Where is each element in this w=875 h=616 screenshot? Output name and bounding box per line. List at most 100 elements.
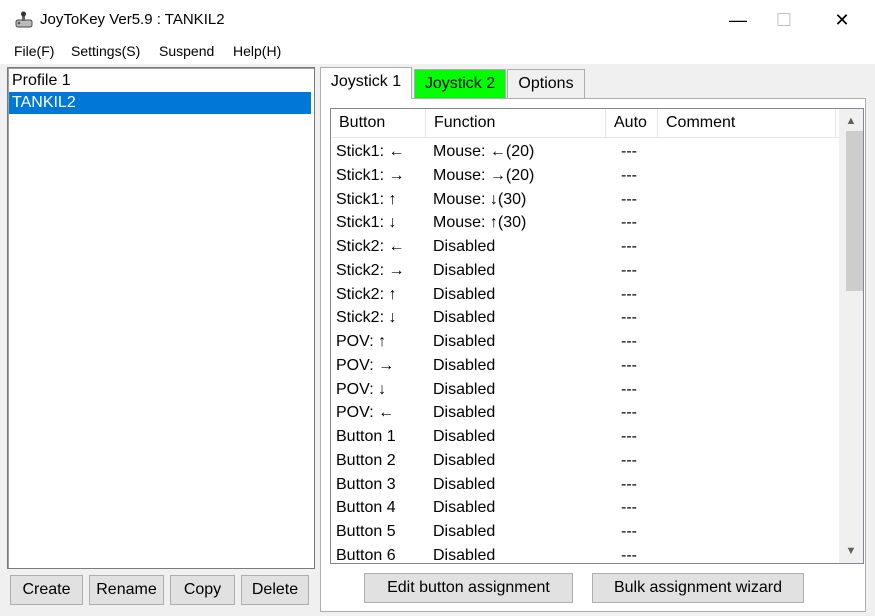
cell-auto: --- <box>621 356 637 374</box>
cell-button: Stick1: → <box>336 166 405 184</box>
scroll-down-icon[interactable]: ▼ <box>839 541 863 561</box>
cell-auto: --- <box>621 380 637 398</box>
cell-button: Stick1: ↓ <box>336 214 397 232</box>
minimize-button[interactable]: — <box>715 0 761 40</box>
joystick-app-icon <box>15 11 33 28</box>
profile-item-selected[interactable]: TANKIL2 <box>9 92 311 114</box>
cell-function: Disabled <box>433 546 496 564</box>
cell-button: Stick1: ↑ <box>336 190 397 208</box>
table-row[interactable]: Button 6 Disabled --- <box>331 544 836 564</box>
cell-auto: --- <box>621 546 637 564</box>
profile-list[interactable]: Profile 1 TANKIL2 <box>7 67 315 569</box>
cell-function: Disabled <box>433 285 496 303</box>
profile-item[interactable]: Profile 1 <box>9 70 311 92</box>
cell-auto: --- <box>621 285 637 303</box>
table-row[interactable]: Stick1: ↓ Mouse: ↑(30) --- <box>331 211 836 235</box>
table-row[interactable]: Button 1 Disabled --- <box>331 425 836 449</box>
table-row[interactable]: Button 2 Disabled --- <box>331 449 836 473</box>
table-row[interactable]: Button 3 Disabled --- <box>331 473 836 497</box>
cell-auto: --- <box>621 214 637 232</box>
maximize-button[interactable]: ☐ <box>761 0 807 40</box>
column-header-auto[interactable]: Auto <box>606 109 658 137</box>
window-title: JoyToKey Ver5.9 : TANKIL2 <box>40 11 225 28</box>
table-row[interactable]: Button 5 Disabled --- <box>331 520 836 544</box>
close-button[interactable]: ✕ <box>819 0 865 40</box>
rename-button[interactable]: Rename <box>89 575 164 605</box>
create-button[interactable]: Create <box>10 575 83 605</box>
cell-auto: --- <box>621 499 637 517</box>
cell-function: Disabled <box>433 523 496 540</box>
edit-button-assignment-button[interactable]: Edit button assignment <box>364 573 573 603</box>
table-row[interactable]: POV: → Disabled --- <box>331 354 836 378</box>
cell-function: Disabled <box>433 333 496 350</box>
cell-button: Button 2 <box>336 451 396 469</box>
cell-function: Disabled <box>433 428 496 445</box>
cell-auto: --- <box>621 428 637 445</box>
cell-auto: --- <box>621 523 637 540</box>
cell-auto: --- <box>621 261 637 279</box>
table-header: Button Function Auto Comment <box>331 109 841 138</box>
copy-button[interactable]: Copy <box>170 575 235 605</box>
cell-auto: --- <box>621 190 637 208</box>
table-row[interactable]: Button 4 Disabled --- <box>331 496 836 520</box>
cell-button: Button 5 <box>336 523 396 540</box>
table-row[interactable]: Stick1: ← Mouse: ←(20) --- <box>331 140 836 164</box>
cell-auto: --- <box>621 143 637 160</box>
table-row[interactable]: POV: ← Disabled --- <box>331 401 836 425</box>
cell-button: Button 1 <box>336 428 396 445</box>
title-bar: JoyToKey Ver5.9 : TANKIL2 — ☐ ✕ <box>0 0 875 40</box>
cell-function: Disabled <box>433 404 496 422</box>
menu-settings[interactable]: Settings(S) <box>71 43 140 59</box>
cell-function: Mouse: ↓(30) <box>433 190 527 208</box>
cell-button: Button 4 <box>336 499 396 517</box>
cell-function: Mouse: ←(20) <box>433 143 535 160</box>
tab-joystick-2[interactable]: Joystick 2 <box>414 69 506 98</box>
cell-auto: --- <box>621 451 637 469</box>
scroll-up-icon[interactable]: ▲ <box>839 111 863 131</box>
table-row[interactable]: Stick2: ↑ Disabled --- <box>331 283 836 307</box>
cell-auto: --- <box>621 309 637 327</box>
cell-button: POV: → <box>336 356 395 374</box>
cell-function: Disabled <box>433 356 496 374</box>
cell-function: Mouse: →(20) <box>433 166 535 184</box>
cell-function: Disabled <box>433 451 496 469</box>
cell-button: Button 6 <box>336 546 396 564</box>
cell-button: Stick2: ↓ <box>336 309 397 327</box>
cell-function: Disabled <box>433 261 496 279</box>
table-row[interactable]: Stick2: ↓ Disabled --- <box>331 306 836 330</box>
cell-button: Stick2: ← <box>336 238 405 255</box>
column-header-function[interactable]: Function <box>426 109 606 137</box>
table-row[interactable]: Stick1: ↑ Mouse: ↓(30) --- <box>331 188 836 212</box>
cell-button: Stick1: ← <box>336 143 405 160</box>
tab-options[interactable]: Options <box>507 69 585 98</box>
bulk-assignment-wizard-button[interactable]: Bulk assignment wizard <box>592 573 804 603</box>
menu-suspend[interactable]: Suspend <box>159 43 214 59</box>
menu-help[interactable]: Help(H) <box>233 43 281 59</box>
cell-auto: --- <box>621 404 637 422</box>
cell-function: Disabled <box>433 309 496 327</box>
table-row[interactable]: Stick2: ← Disabled --- <box>331 235 836 259</box>
table-row[interactable]: Stick1: → Mouse: →(20) --- <box>331 164 836 188</box>
assignment-table[interactable]: Button Function Auto Comment Stick1: ← Mo… <box>330 108 864 564</box>
column-header-comment[interactable]: Comment <box>658 109 836 137</box>
table-row[interactable]: POV: ↓ Disabled --- <box>331 378 836 402</box>
table-row[interactable]: Stick2: → Disabled --- <box>331 259 836 283</box>
cell-button: Button 3 <box>336 475 396 493</box>
vertical-scrollbar[interactable]: ▲ ▼ <box>839 109 863 563</box>
cell-button: Stick2: → <box>336 261 405 279</box>
table-row[interactable]: POV: ↑ Disabled --- <box>331 330 836 354</box>
tab-joystick-1[interactable]: Joystick 1 <box>320 67 412 99</box>
menu-file[interactable]: File(F) <box>14 43 54 59</box>
cell-auto: --- <box>621 475 637 493</box>
scroll-thumb[interactable] <box>846 131 863 291</box>
cell-button: Stick2: ↑ <box>336 285 397 303</box>
cell-function: Disabled <box>433 380 496 398</box>
cell-function: Disabled <box>433 475 496 493</box>
cell-auto: --- <box>621 333 637 350</box>
column-header-button[interactable]: Button <box>331 109 426 137</box>
cell-button: POV: ↑ <box>336 333 387 350</box>
cell-auto: --- <box>621 238 637 255</box>
delete-button[interactable]: Delete <box>241 575 309 605</box>
cell-function: Disabled <box>433 499 496 517</box>
cell-button: POV: ← <box>336 404 395 422</box>
